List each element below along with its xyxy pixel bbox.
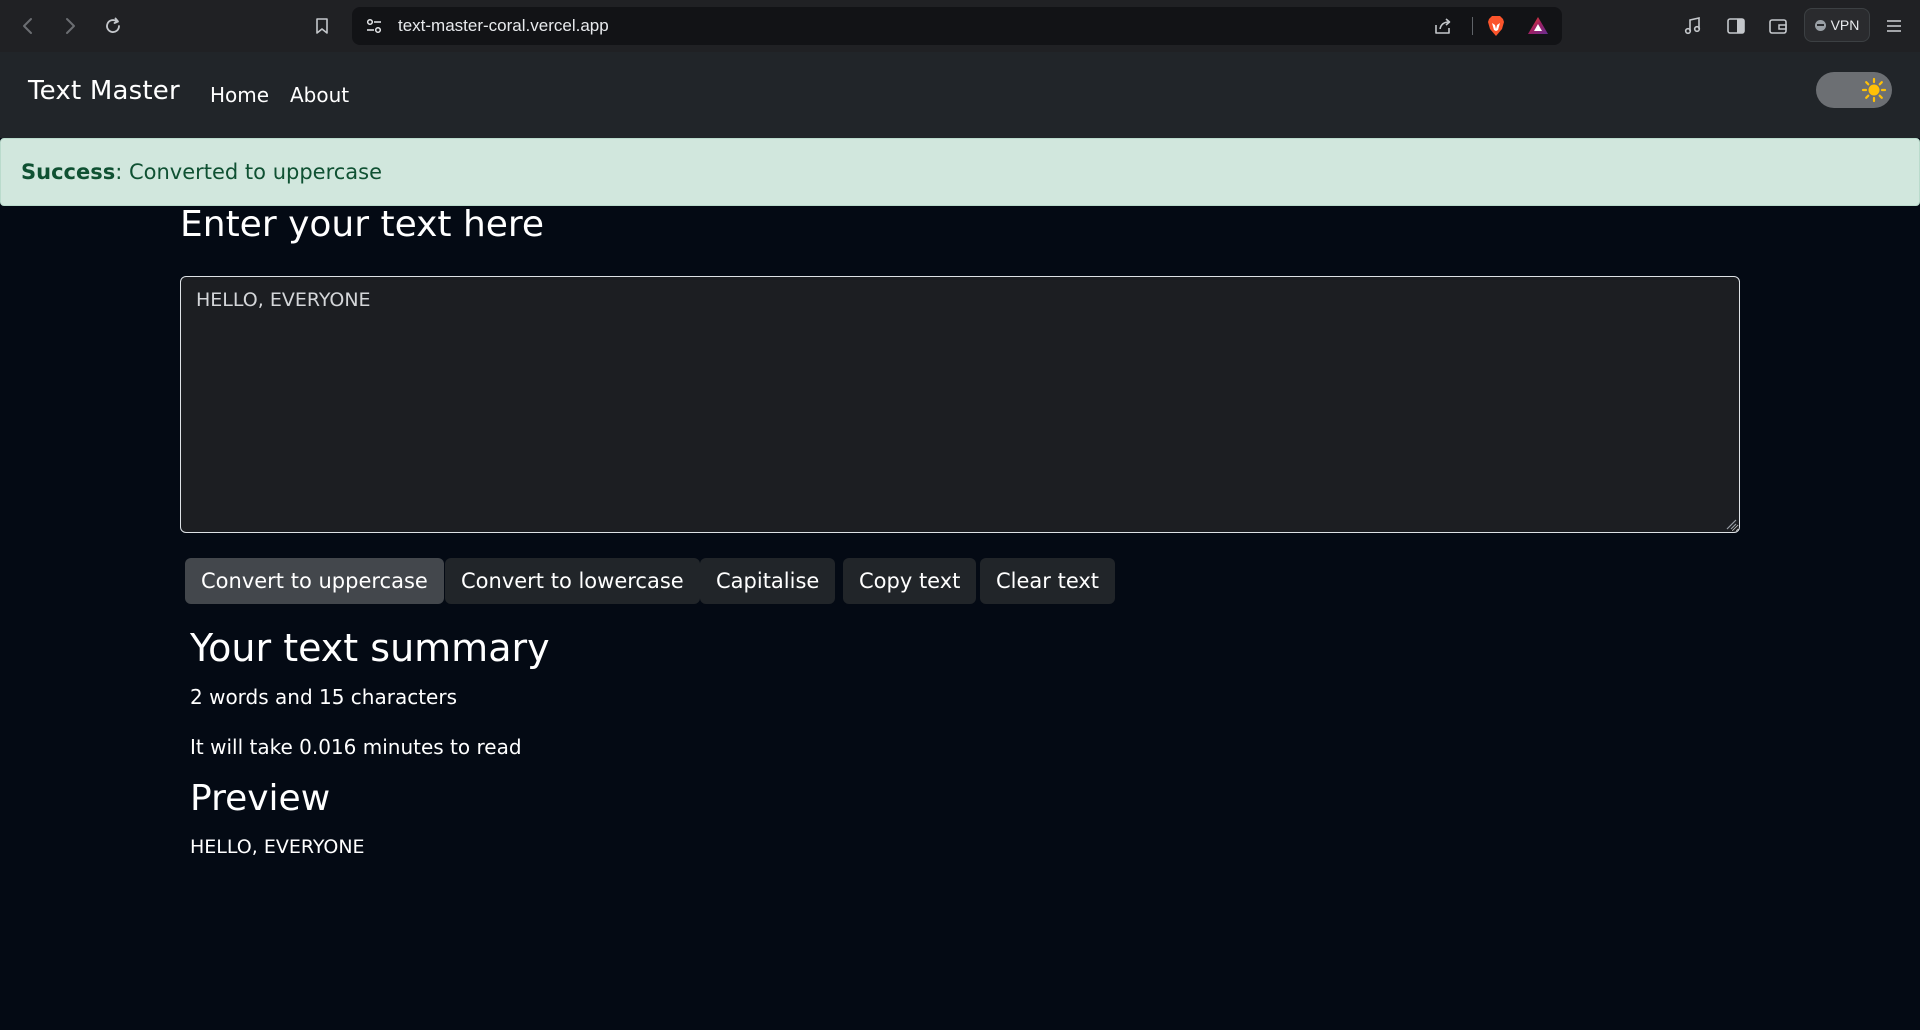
word-char-count: 2 words and 15 characters	[190, 685, 458, 709]
alert-type-label: Success	[21, 160, 116, 184]
nav-link-about[interactable]: About	[290, 83, 349, 107]
summary-heading: Your text summary	[190, 626, 550, 670]
alert-message: : Converted to uppercase	[115, 160, 383, 184]
reload-button[interactable]	[97, 10, 129, 42]
forward-button[interactable]	[54, 10, 86, 42]
sun-icon	[1860, 76, 1888, 104]
nav-link-home[interactable]: Home	[210, 83, 269, 107]
media-button[interactable]	[1677, 10, 1709, 42]
read-time: It will take 0.016 minutes to read	[190, 735, 522, 759]
vpn-label: VPN	[1830, 17, 1860, 33]
back-button[interactable]	[12, 10, 44, 42]
browser-menu-button[interactable]	[1878, 10, 1910, 42]
text-input-area[interactable]: HELLO, EVERYONE	[180, 276, 1740, 533]
hamburger-menu-icon	[1887, 20, 1901, 32]
wallet-icon	[1769, 19, 1787, 34]
bookmark-icon	[316, 18, 328, 34]
convert-uppercase-button[interactable]: Convert to uppercase	[185, 558, 444, 604]
address-separator	[1472, 17, 1473, 35]
page-heading: Enter your text here	[180, 204, 545, 245]
brand-link[interactable]: Text Master	[28, 76, 180, 106]
url-text[interactable]: text-master-coral.vercel.app	[398, 7, 609, 45]
convert-lowercase-button[interactable]: Convert to lowercase	[445, 558, 700, 604]
preview-text: HELLO, EVERYONE	[190, 836, 365, 858]
brave-lion-icon[interactable]	[1484, 14, 1508, 38]
music-note-icon	[1684, 17, 1701, 35]
preview-heading: Preview	[190, 778, 331, 819]
wallet-button[interactable]	[1762, 10, 1794, 42]
vpn-button[interactable]: VPN	[1804, 8, 1870, 42]
bookmark-button[interactable]	[306, 10, 338, 42]
site-settings-icon[interactable]	[364, 16, 384, 36]
vpn-status-icon	[1814, 19, 1826, 31]
sidebar-button[interactable]	[1720, 10, 1752, 42]
clear-text-button[interactable]: Clear text	[980, 558, 1116, 604]
address-bar[interactable]: text-master-coral.vercel.app	[352, 7, 1562, 45]
arrow-right-icon	[66, 18, 75, 34]
triangle-rewards-icon[interactable]	[1526, 14, 1550, 38]
copy-text-button[interactable]: Copy text	[843, 558, 977, 604]
capitalise-button[interactable]: Capitalise	[700, 558, 836, 604]
sidebar-icon	[1727, 18, 1745, 34]
resize-grip-icon[interactable]	[1725, 518, 1737, 530]
app-navbar: Text Master Home About	[0, 52, 1920, 138]
theme-toggle[interactable]	[1816, 72, 1892, 108]
reload-icon	[106, 17, 120, 33]
arrow-left-icon	[23, 18, 32, 34]
share-icon[interactable]	[1432, 15, 1454, 37]
success-alert: Success: Converted to uppercase	[0, 138, 1920, 206]
browser-toolbar: text-master-coral.vercel.app VPN	[0, 0, 1920, 52]
